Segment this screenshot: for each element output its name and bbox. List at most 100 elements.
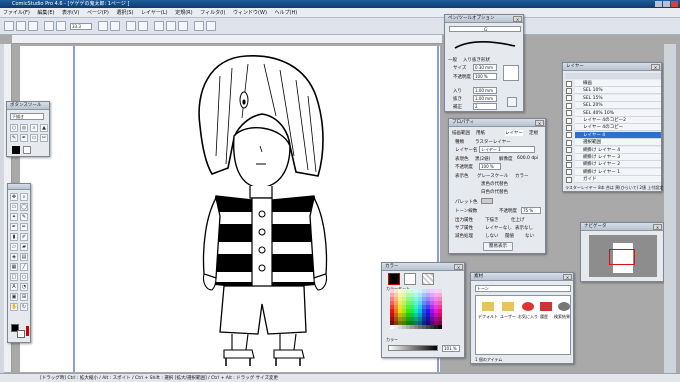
- layer-item[interactable]: SEL 15%: [575, 94, 661, 102]
- text-tool-icon[interactable]: A: [10, 283, 18, 291]
- layer-item[interactable]: 網掛け レイヤー 1: [575, 168, 661, 176]
- material-close-icon[interactable]: ×: [563, 274, 572, 280]
- navigator-preview[interactable]: [589, 235, 657, 277]
- ruler-tool-icon[interactable]: ⊞: [20, 293, 28, 301]
- layer-item[interactable]: SEL 10%: [575, 87, 661, 95]
- window-close-icon[interactable]: [671, 1, 678, 7]
- pen-correction-field[interactable]: 2: [473, 103, 497, 110]
- prop-output-finish[interactable]: 仕上げ: [511, 217, 525, 223]
- prop-opacity-field[interactable]: 100 %: [479, 163, 501, 170]
- pattern-tool-icon[interactable]: ▦: [10, 263, 18, 271]
- brush-tool-icon[interactable]: ✐: [20, 233, 28, 241]
- zoom-out-icon[interactable]: [110, 21, 120, 31]
- rotate-tool-icon[interactable]: ↻: [20, 303, 28, 311]
- color-transparent-swatch[interactable]: [422, 273, 434, 285]
- gradient-tool-icon[interactable]: ▤: [20, 253, 28, 261]
- prop-output-draft[interactable]: 下描き: [485, 217, 499, 223]
- prop-mode-gray[interactable]: グレースケール: [477, 173, 508, 179]
- prop-palette-swatch[interactable]: [481, 198, 493, 204]
- zoom-tool-icon[interactable]: ⌕: [20, 193, 28, 201]
- lasso-tool-icon[interactable]: ◯: [20, 203, 28, 211]
- layer-item[interactable]: レイヤー 4のコピー: [575, 124, 661, 132]
- ruler-icon[interactable]: [166, 21, 176, 31]
- sub-black-swatch[interactable]: [12, 146, 20, 154]
- layer-visibility-icon[interactable]: [566, 110, 572, 117]
- pen-size-field[interactable]: 0.30 mm: [473, 64, 497, 71]
- menu-ruler[interactable]: 定規(R): [172, 8, 195, 18]
- tone-eraser-tool-icon[interactable]: ▰: [20, 243, 28, 251]
- folder-user-icon[interactable]: [502, 302, 514, 311]
- pen-opacity-field[interactable]: 100 %: [473, 73, 497, 80]
- menu-file[interactable]: ファイル(F): [0, 8, 33, 18]
- sub-tool-icon-4[interactable]: ▲: [40, 124, 48, 132]
- right-dock-scrollbar[interactable]: [664, 44, 676, 373]
- color-swatch[interactable]: [438, 325, 442, 329]
- simple-display-button[interactable]: 簡易表示: [483, 242, 513, 251]
- select-tool-icon[interactable]: ▭: [10, 203, 18, 211]
- flip-icon[interactable]: [138, 21, 148, 31]
- prop-black-alt[interactable]: 黒色の代替色: [481, 181, 508, 187]
- prop-tone-opacity-field[interactable]: 75 %: [521, 207, 541, 214]
- marker-tool-icon[interactable]: ▮: [10, 233, 18, 241]
- guide-icon[interactable]: [178, 21, 188, 31]
- ellipse-tool-icon[interactable]: ○: [20, 273, 28, 281]
- menu-page[interactable]: ページ(P): [84, 8, 112, 18]
- layer-item[interactable]: 網掛け レイヤー 3: [575, 154, 661, 161]
- layer-item[interactable]: 選択範囲: [575, 139, 661, 147]
- color-value-field[interactable]: 101 %: [442, 345, 460, 352]
- hand-tool-icon[interactable]: ✋: [10, 303, 18, 311]
- layer-item[interactable]: 線画: [575, 80, 661, 87]
- prop-reduce-threshold[interactable]: 閾値: [505, 233, 514, 239]
- pen-option-close-icon[interactable]: ×: [513, 16, 522, 22]
- material-path-field[interactable]: トーン: [475, 285, 571, 292]
- pencil-tool-icon[interactable]: ✏: [20, 223, 28, 231]
- layer-panel-close-icon[interactable]: ×: [651, 64, 660, 70]
- eyedropper-tool-icon[interactable]: ✎: [20, 213, 28, 221]
- sub-white-swatch[interactable]: [23, 146, 31, 154]
- undo-icon[interactable]: [44, 21, 54, 31]
- layer-visibility-icon[interactable]: [566, 102, 572, 109]
- fill-tool-icon[interactable]: ◈: [10, 253, 18, 261]
- layer-visibility-icon[interactable]: [566, 117, 572, 124]
- sub-tool-icon-7[interactable]: ▭: [30, 134, 38, 142]
- layer-item[interactable]: 網掛け レイヤー 2: [575, 161, 661, 169]
- layer-item[interactable]: レイヤー 4のコピー2: [575, 117, 661, 124]
- sub-tool-icon-2[interactable]: ◎: [20, 124, 28, 132]
- menu-filter[interactable]: フィルタ(I): [197, 8, 228, 18]
- preview-icon[interactable]: [206, 21, 216, 31]
- sub-tool-icon-1[interactable]: ○: [10, 124, 18, 132]
- prop-mode-color[interactable]: カラー: [515, 173, 529, 179]
- layer-visibility-icon[interactable]: [566, 154, 572, 161]
- menu-help[interactable]: ヘルプ(H): [272, 8, 301, 18]
- color-swatch-grid[interactable]: [390, 289, 442, 329]
- open-file-icon[interactable]: [16, 21, 26, 31]
- color-close-icon[interactable]: ×: [454, 264, 463, 270]
- line-tool-icon[interactable]: ╱: [20, 263, 28, 271]
- rect-tool-icon[interactable]: □: [10, 273, 18, 281]
- prop-tab-range[interactable]: 描画範囲: [452, 130, 470, 136]
- pen-tab-general[interactable]: 一般: [448, 57, 457, 63]
- color-black-swatch[interactable]: [388, 273, 400, 285]
- drawing-canvas[interactable]: [20, 46, 440, 372]
- sub-tool-icon-3[interactable]: ⌕: [30, 124, 38, 132]
- window-minimize-icon[interactable]: [655, 1, 662, 7]
- move-tool-icon[interactable]: ✥: [10, 193, 18, 201]
- eraser-tool-icon[interactable]: ▱: [10, 243, 18, 251]
- menu-window[interactable]: ウィンドウ(W): [230, 8, 270, 18]
- layer-item[interactable]: SEL 40% 10%: [575, 109, 661, 117]
- redo-icon[interactable]: [56, 21, 66, 31]
- pen-settings-icon[interactable]: [507, 97, 517, 107]
- transparent-color-swatch[interactable]: [26, 326, 29, 336]
- layer-visibility-icon[interactable]: [566, 139, 572, 146]
- window-maximize-icon[interactable]: [663, 1, 670, 7]
- property-close-icon[interactable]: ×: [535, 120, 544, 126]
- sub-tool-icon-6[interactable]: ✒: [20, 134, 28, 142]
- layer-visibility-icon[interactable]: [566, 176, 572, 183]
- new-file-icon[interactable]: [4, 21, 14, 31]
- menu-select[interactable]: 選択(S): [113, 8, 136, 18]
- prop-reduce-none[interactable]: しない: [485, 233, 499, 239]
- prop-sub-no-display[interactable]: 表示なし: [515, 225, 533, 231]
- folder-favorite-icon[interactable]: [522, 302, 534, 311]
- layer-visibility-icon[interactable]: [566, 87, 572, 94]
- layer-visibility-icon[interactable]: [566, 80, 572, 87]
